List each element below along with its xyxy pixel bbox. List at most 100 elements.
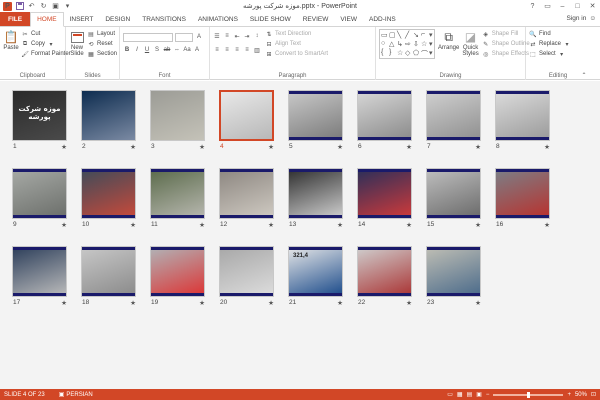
slide-image[interactable] xyxy=(495,168,550,219)
slide-thumbnail[interactable]: 5 ★ xyxy=(288,90,343,151)
slide-thumbnail[interactable]: 13 ★ xyxy=(288,168,343,229)
undo-icon[interactable]: ↶ xyxy=(27,2,36,11)
slide-image[interactable] xyxy=(219,246,274,297)
slide-thumbnail[interactable]: 10 ★ xyxy=(81,168,136,229)
slide-thumbnail[interactable]: 20 ★ xyxy=(219,246,274,307)
tab-transitions[interactable]: TRANSITIONS xyxy=(136,12,192,26)
paste-button[interactable]: 📋 Paste xyxy=(3,29,19,59)
transition-star-icon[interactable]: ★ xyxy=(406,299,412,307)
font-color-icon[interactable]: A xyxy=(193,46,201,54)
slide-image[interactable] xyxy=(426,90,481,141)
save-icon[interactable] xyxy=(15,2,24,11)
align-right-icon[interactable]: ≡ xyxy=(233,46,241,54)
minimize-button[interactable]: – xyxy=(555,0,570,12)
slide-thumbnail[interactable]: 14 ★ xyxy=(357,168,412,229)
transition-star-icon[interactable]: ★ xyxy=(268,299,274,307)
slide-image[interactable] xyxy=(219,168,274,219)
increase-indent-icon[interactable]: ⇥ xyxy=(243,32,251,40)
reading-view-icon[interactable]: ▤ xyxy=(467,391,473,398)
transition-star-icon[interactable]: ★ xyxy=(61,143,67,151)
select-button[interactable]: ⬚ Select ▾ xyxy=(529,49,587,59)
italic-icon[interactable]: I xyxy=(133,46,141,54)
close-button[interactable]: ✕ xyxy=(585,0,600,12)
arrange-button[interactable]: ⧉ Arrange xyxy=(438,29,459,52)
ribbon-display-icon[interactable]: ▭ xyxy=(540,0,555,12)
slide-thumbnail[interactable]: 6 ★ xyxy=(357,90,412,151)
slide-thumbnail[interactable]: 2 ★ xyxy=(81,90,136,151)
present-icon[interactable]: ▣ xyxy=(51,2,60,11)
slide-counter[interactable]: SLIDE 4 OF 23 xyxy=(4,392,45,398)
slide-thumbnail[interactable]: 12 ★ xyxy=(219,168,274,229)
tab-slide-show[interactable]: SLIDE SHOW xyxy=(244,12,297,26)
zoom-slider-knob[interactable] xyxy=(527,391,531,398)
zoom-in-icon[interactable]: + xyxy=(567,392,571,398)
slide-image[interactable]: 321,4 xyxy=(288,246,343,297)
powerpoint-logo-icon[interactable]: P xyxy=(3,1,12,11)
transition-star-icon[interactable]: ★ xyxy=(61,221,67,229)
zoom-slider[interactable] xyxy=(493,391,564,398)
section-button[interactable]: ▦ Section xyxy=(87,49,117,59)
slide-image[interactable] xyxy=(357,90,412,141)
transition-star-icon[interactable]: ★ xyxy=(406,221,412,229)
slide-image[interactable] xyxy=(81,246,136,297)
layout-button[interactable]: ▤ Layout xyxy=(87,29,117,39)
slide-thumbnail[interactable]: 22 ★ xyxy=(357,246,412,307)
convert-smartart-button[interactable]: ⊞ Convert to SmartArt xyxy=(265,49,328,59)
slide-thumbnail[interactable]: 3 ★ xyxy=(150,90,205,151)
bullets-icon[interactable]: ☰ xyxy=(213,32,221,40)
transition-star-icon[interactable]: ★ xyxy=(475,299,481,307)
slide-image[interactable] xyxy=(219,90,274,141)
slide-thumbnail[interactable]: 7 ★ xyxy=(426,90,481,151)
transition-star-icon[interactable]: ★ xyxy=(199,221,205,229)
slide-image[interactable]: موزه شرکت پورشه xyxy=(12,90,67,141)
transition-star-icon[interactable]: ★ xyxy=(544,143,550,151)
tab-animations[interactable]: ANIMATIONS xyxy=(192,12,244,26)
transition-star-icon[interactable]: ★ xyxy=(130,143,136,151)
transition-star-icon[interactable]: ★ xyxy=(130,221,136,229)
format-painter-button[interactable]: 🖌 Format Painter xyxy=(21,49,71,59)
shadow-icon[interactable]: S xyxy=(153,46,161,54)
font-size-combo[interactable] xyxy=(175,32,193,42)
replace-button[interactable]: ⇄ Replace ▾ xyxy=(529,39,587,49)
font-name-combo[interactable] xyxy=(123,32,173,42)
transition-star-icon[interactable]: ★ xyxy=(337,221,343,229)
slide-thumbnail[interactable]: 15 ★ xyxy=(426,168,481,229)
sign-in-label[interactable]: Sign in xyxy=(566,15,586,22)
align-text-button[interactable]: ⊟ Align Text xyxy=(265,39,328,49)
text-direction-button[interactable]: ⇅ Text Direction xyxy=(265,29,328,39)
slide-thumbnail[interactable]: 23 ★ xyxy=(426,246,481,307)
transition-star-icon[interactable]: ★ xyxy=(268,143,274,151)
shapes-gallery[interactable]: ▭ ▢ ╲ ╱ ↘ ⌐ ▾ ○ △ ↳ ⇨ ⇩ ☆ ▾ {} ☆ ◇ ⬠ ⌒ ▾ xyxy=(379,29,435,59)
transition-star-icon[interactable]: ★ xyxy=(337,299,343,307)
zoom-out-icon[interactable]: − xyxy=(486,392,490,398)
transition-star-icon[interactable]: ★ xyxy=(268,221,274,229)
transition-star-icon[interactable]: ★ xyxy=(475,143,481,151)
slide-thumbnail[interactable]: موزه شرکت پورشه 1 ★ xyxy=(12,90,67,151)
transition-star-icon[interactable]: ★ xyxy=(199,143,205,151)
tab-file[interactable]: FILE xyxy=(0,12,31,26)
grow-font-icon[interactable]: A xyxy=(195,33,203,41)
slide-image[interactable] xyxy=(12,246,67,297)
slide-image[interactable] xyxy=(150,90,205,141)
columns-icon[interactable]: ▥ xyxy=(253,46,261,54)
shape-fill-button[interactable]: ◈ Shape Fill xyxy=(482,29,530,39)
bold-icon[interactable]: B xyxy=(123,46,131,54)
align-center-icon[interactable]: ≡ xyxy=(223,46,231,54)
justify-icon[interactable]: ≡ xyxy=(243,46,251,54)
slide-image[interactable] xyxy=(288,168,343,219)
slide-image[interactable] xyxy=(426,168,481,219)
transition-star-icon[interactable]: ★ xyxy=(130,299,136,307)
transition-star-icon[interactable]: ★ xyxy=(544,221,550,229)
redo-icon[interactable]: ↻ xyxy=(39,2,48,11)
transition-star-icon[interactable]: ★ xyxy=(199,299,205,307)
slide-image[interactable] xyxy=(12,168,67,219)
slide-thumbnail[interactable]: 19 ★ xyxy=(150,246,205,307)
slide-thumbnail[interactable]: 18 ★ xyxy=(81,246,136,307)
tab-insert[interactable]: INSERT xyxy=(64,12,100,26)
slide-image[interactable] xyxy=(150,168,205,219)
reset-button[interactable]: ⟲ Reset xyxy=(87,39,117,49)
transition-star-icon[interactable]: ★ xyxy=(406,143,412,151)
align-left-icon[interactable]: ≡ xyxy=(213,46,221,54)
copy-button[interactable]: ⧉ Copy ▾ xyxy=(21,39,71,49)
slide-image[interactable] xyxy=(150,246,205,297)
